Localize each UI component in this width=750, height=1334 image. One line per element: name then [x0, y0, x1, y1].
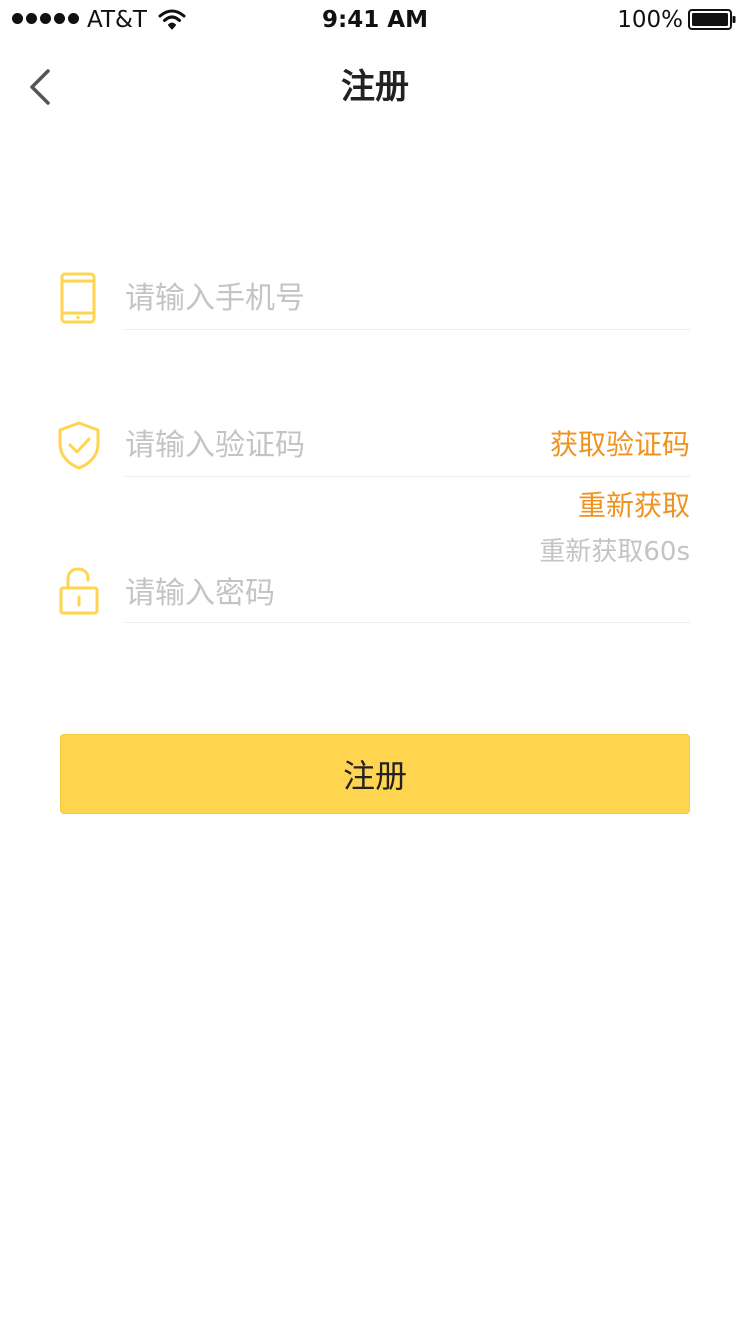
resend-countdown: 重新获取60s: [539, 537, 690, 567]
battery-icon: [688, 9, 736, 30]
resend-code-button[interactable]: 重新获取: [578, 488, 690, 524]
unlock-icon: [59, 567, 99, 615]
battery-percentage: 100%: [617, 7, 683, 33]
password-input[interactable]: [125, 573, 690, 613]
password-divider: [125, 622, 690, 623]
status-bar: AT&T 9:41 AM 100%: [0, 0, 750, 40]
phone-divider: [125, 329, 690, 330]
code-divider: [125, 476, 690, 477]
get-code-button[interactable]: 获取验证码: [550, 427, 690, 463]
page-title: 注册: [341, 67, 409, 107]
phone-icon: [60, 272, 96, 324]
shield-check-icon: [58, 421, 100, 470]
verification-code-input[interactable]: [125, 425, 525, 465]
phone-input[interactable]: [125, 278, 690, 318]
register-button[interactable]: 注册: [60, 734, 690, 814]
